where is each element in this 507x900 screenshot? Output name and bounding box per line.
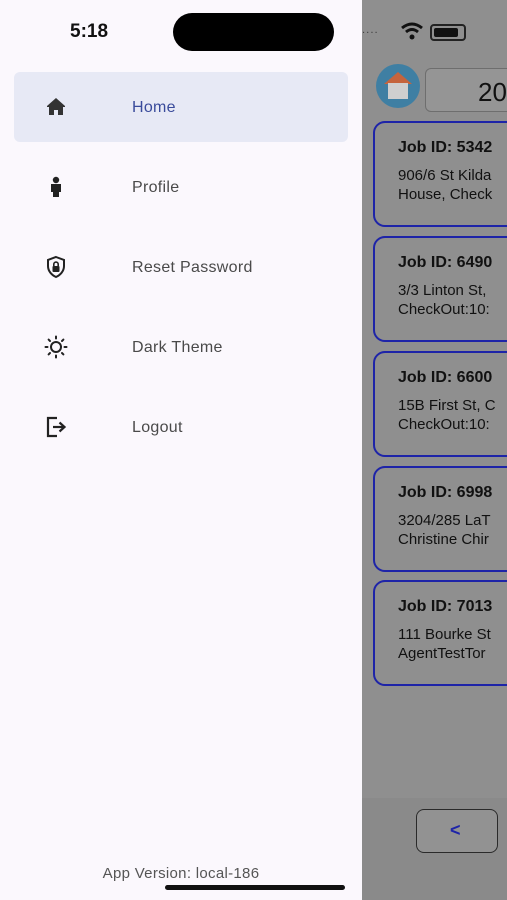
navigation-drawer: 5:18 Home Profile Reset Password Dark Th…	[0, 0, 362, 900]
logout-icon	[46, 416, 67, 438]
job-card[interactable]: Job ID: 6490 3/3 Linton St, CheckOut:10:	[373, 236, 507, 342]
signal-dots-icon: ····	[362, 28, 379, 39]
menu-label-logout: Logout	[132, 419, 183, 436]
person-icon	[51, 176, 61, 197]
menu-label-profile: Profile	[132, 179, 180, 196]
menu-item-dark-theme[interactable]: Dark Theme	[14, 312, 348, 382]
job-detail: CheckOut:10:	[398, 416, 490, 433]
job-id: Job ID: 7013	[398, 598, 493, 615]
job-address: 15B First St, C	[398, 397, 496, 414]
menu-label-reset-password: Reset Password	[132, 259, 253, 276]
menu-item-profile[interactable]: Profile	[14, 152, 348, 222]
app-logo	[376, 64, 420, 108]
shield-lock-icon	[47, 255, 65, 279]
menu-label-dark-theme: Dark Theme	[132, 339, 223, 356]
back-button[interactable]: <	[416, 809, 498, 853]
home-indicator[interactable]	[165, 885, 345, 890]
dynamic-island	[173, 13, 334, 51]
job-address: 3204/285 LaT	[398, 512, 491, 529]
search-value: 20	[478, 77, 507, 107]
menu-item-reset-password[interactable]: Reset Password	[14, 232, 348, 302]
menu-label-home: Home	[132, 99, 176, 116]
job-detail: House, Check	[398, 186, 493, 203]
menu-item-logout[interactable]: Logout	[14, 392, 348, 462]
job-detail: AgentTestTor	[398, 645, 486, 662]
search-input[interactable]: 20	[425, 68, 507, 112]
job-card[interactable]: Job ID: 6600 15B First St, C CheckOut:10…	[373, 351, 507, 457]
brightness-icon	[44, 335, 68, 359]
job-address: 3/3 Linton St,	[398, 282, 487, 299]
background-status-bar: ····	[362, 18, 507, 46]
job-card[interactable]: Job ID: 6998 3204/285 LaT Christine Chir	[373, 466, 507, 572]
job-detail: Christine Chir	[398, 531, 489, 548]
battery-icon	[430, 24, 466, 41]
job-card[interactable]: Job ID: 5342 906/6 St Kilda House, Check	[373, 121, 507, 227]
job-address: 906/6 St Kilda	[398, 167, 492, 184]
job-id: Job ID: 6998	[398, 484, 493, 501]
job-id: Job ID: 5342	[398, 139, 493, 156]
menu-item-home[interactable]: Home	[14, 72, 348, 142]
job-detail: CheckOut:10:	[398, 301, 490, 318]
job-id: Job ID: 6600	[398, 369, 493, 386]
status-time: 5:18	[70, 21, 109, 42]
job-address: 111 Bourke St	[398, 626, 491, 643]
back-label: <	[450, 820, 461, 840]
wifi-icon	[401, 22, 423, 40]
job-card[interactable]: Job ID: 7013 111 Bourke St AgentTestTor	[373, 580, 507, 686]
job-id: Job ID: 6490	[398, 254, 493, 271]
home-icon	[47, 98, 65, 115]
app-version: App Version: local-186	[102, 865, 260, 882]
